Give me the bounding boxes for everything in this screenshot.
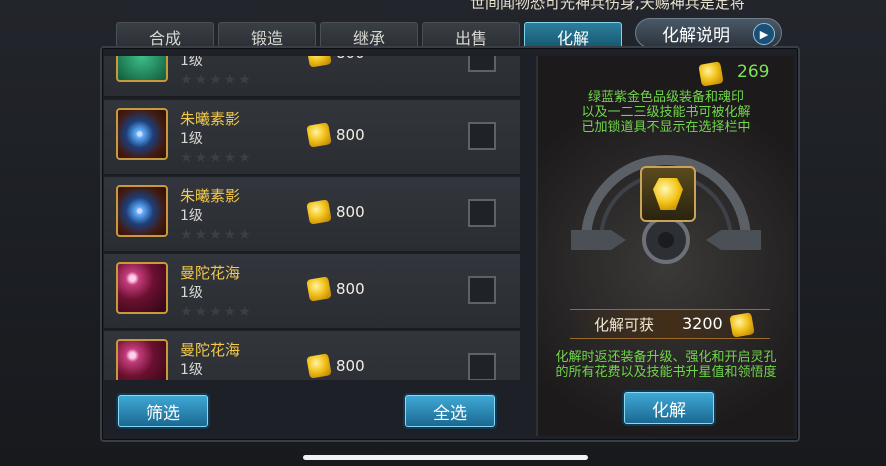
gold-gem-icon: [653, 178, 683, 210]
select-checkbox[interactable]: [468, 56, 496, 72]
game-screen: 世间闻物恐可光神兵伤身,天赐神兵是定将 合成 锻造 继承 出售 化解 化解说明 …: [0, 0, 886, 466]
gold-coin-icon: [729, 312, 755, 338]
item-price: 800: [336, 126, 365, 144]
info-line: 绿蓝紫金色品级装备和魂印: [587, 90, 744, 105]
star-rating: ★★★★★: [180, 227, 253, 243]
select-checkbox[interactable]: [468, 276, 496, 304]
list-item[interactable]: 1级 ★★★★★ 800: [104, 56, 520, 98]
star-rating: ★★★★★: [180, 150, 253, 166]
item-name: 朱曦素影: [180, 187, 241, 205]
gold-coin-icon: [306, 276, 332, 302]
item-price: 800: [336, 56, 365, 62]
item-list[interactable]: 1级 ★★★★★ 800 朱曦素影 1级 ★★★★★ 800 朱曦素影 1级 ★…: [104, 56, 520, 380]
list-item[interactable]: 朱曦素影 1级 ★★★★★ 800: [104, 100, 520, 176]
dissolve-help-button[interactable]: 化解说明 ▶: [635, 18, 782, 48]
gold-coin-icon: [306, 353, 332, 379]
select-checkbox[interactable]: [468, 199, 496, 227]
item-price: 800: [336, 357, 365, 375]
item-name: 曼陀花海: [180, 341, 241, 359]
item-level: 1级: [180, 208, 203, 224]
gold-coin-icon: [698, 61, 724, 87]
item-level: 1级: [180, 285, 203, 301]
dissolve-info-text: 绿蓝紫金色品级装备和魂印 以及一二三级技能书可被化解 已加锁道具不显示在选择栏中: [548, 90, 784, 135]
item-level: 1级: [180, 131, 203, 147]
item-level: 1级: [180, 362, 203, 378]
refund-line: 化解时返还装备升级、强化和开启灵孔: [555, 350, 777, 365]
flower-soul-icon: [116, 339, 168, 380]
star-rating: ★★★★★: [180, 72, 253, 88]
list-item[interactable]: 朱曦素影 1级 ★★★★★ 800: [104, 177, 520, 253]
refund-line: 的所有花费以及技能书升星值和领悟度: [555, 365, 777, 380]
scrolling-announcement: 世间闻物恐可光神兵伤身,天赐神兵是定将: [470, 0, 745, 12]
green-equipment-icon: [116, 56, 168, 82]
gold-coin-icon: [306, 56, 332, 68]
dissolve-slot[interactable]: [640, 166, 696, 222]
dissolve-button[interactable]: 化解: [624, 392, 714, 424]
gain-value: 3200: [682, 314, 723, 333]
spear-weapon-icon: [116, 108, 168, 160]
filter-button[interactable]: 筛选: [118, 395, 208, 427]
item-name: 曼陀花海: [180, 264, 241, 282]
refund-info-text: 化解时返还装备升级、强化和开启灵孔 的所有花费以及技能书升星值和领悟度: [540, 350, 792, 380]
item-price: 800: [336, 203, 365, 221]
list-item[interactable]: 曼陀花海 1级 ★★★★★ 800: [104, 254, 520, 330]
currency-count: 269: [737, 62, 770, 82]
select-checkbox[interactable]: [468, 122, 496, 150]
play-arrow-icon: ▶: [753, 23, 775, 45]
home-indicator[interactable]: [303, 455, 588, 460]
item-price: 800: [336, 280, 365, 298]
select-checkbox[interactable]: [468, 353, 496, 380]
item-name: 朱曦素影: [180, 110, 241, 128]
help-button-label: 化解说明: [662, 25, 730, 46]
gold-coin-icon: [306, 122, 332, 148]
item-level: 1级: [180, 56, 203, 69]
gain-label: 化解可获: [594, 316, 655, 334]
spear-weapon-icon: [116, 185, 168, 237]
star-rating: ★★★★★: [180, 304, 253, 320]
list-item[interactable]: 曼陀花海 1级 ★★★★★ 800: [104, 331, 520, 380]
flower-soul-icon: [116, 262, 168, 314]
gold-coin-icon: [306, 199, 332, 225]
select-all-button[interactable]: 全选: [405, 395, 495, 427]
info-line: 以及一二三级技能书可被化解: [581, 105, 751, 120]
